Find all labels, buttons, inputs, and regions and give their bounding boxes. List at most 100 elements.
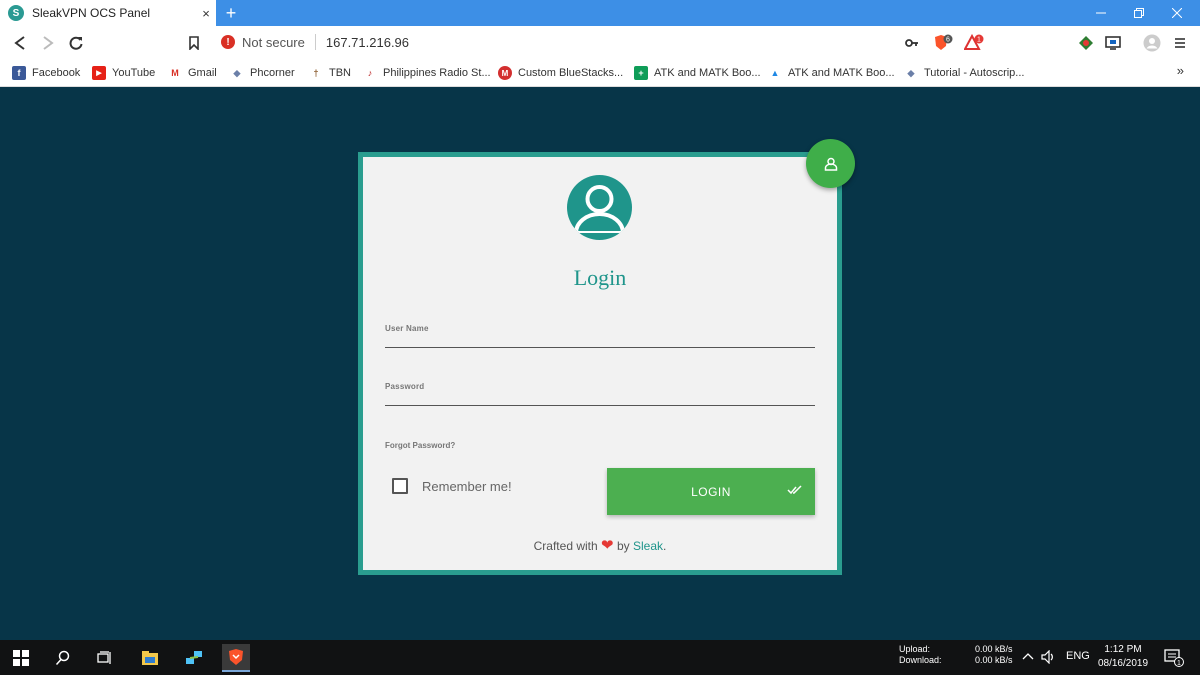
bookmark-phcorner[interactable]: ◆ Phcorner (230, 64, 295, 82)
forgot-password-link[interactable]: Forgot Password? (385, 441, 455, 450)
sheets-icon: + (634, 66, 648, 80)
footer-by: by (616, 539, 630, 553)
facebook-icon: f (12, 66, 26, 80)
bookmark-tutorial[interactable]: ◆ Tutorial - Autoscrip... (904, 64, 1024, 82)
bookmark-label: TBN (329, 67, 351, 79)
clock-date: 08/16/2019 (1097, 658, 1149, 669)
user-fab-button[interactable] (806, 139, 855, 188)
extension-icon[interactable] (1076, 33, 1096, 53)
download-label: Download: (899, 655, 942, 665)
brave-rewards-icon[interactable]: 1 (964, 33, 984, 53)
tab-title: SleakVPN OCS Panel (32, 6, 151, 20)
login-button-label: LOGIN (691, 484, 731, 499)
upload-value: 0.00 kB/s (975, 644, 1013, 654)
network-speed-values: 0.00 kB/s 0.00 kB/s (975, 644, 1013, 666)
bookmark-tbn[interactable]: † TBN (309, 64, 351, 82)
gmail-icon: M (168, 66, 182, 80)
svg-text:6: 6 (946, 37, 950, 44)
login-title: Login (573, 265, 627, 290)
not-secure-icon: ! (221, 35, 235, 49)
svg-text:1: 1 (1177, 660, 1181, 667)
bookmark-label: Tutorial - Autoscrip... (924, 67, 1025, 79)
bookmarks-bar: f Facebook ▶ YouTube M Gmail ◆ Phcorner … (0, 59, 1200, 87)
address-bar[interactable]: ! Not secure 167.71.216.96 (221, 34, 409, 50)
browser-tab[interactable]: S SleakVPN OCS Panel × (0, 0, 216, 26)
screen-cast-icon[interactable] (1103, 33, 1123, 53)
bookmark-label: Philippines Radio St... (383, 67, 491, 79)
task-view-icon[interactable] (91, 644, 119, 672)
heart-icon: ❤ (601, 537, 614, 554)
network-app-icon[interactable] (180, 644, 208, 672)
bookmark-label: ATK and MATK Boo... (788, 67, 895, 79)
windows-start-icon[interactable] (7, 644, 35, 672)
key-icon[interactable] (902, 33, 922, 53)
password-input[interactable] (385, 392, 815, 406)
network-speed-labels: Upload: Download: (899, 644, 942, 666)
menu-icon[interactable] (1170, 33, 1190, 53)
username-input[interactable] (385, 334, 815, 348)
brave-browser-taskbar-icon[interactable] (222, 644, 250, 672)
login-button[interactable]: LOGIN (607, 468, 815, 515)
profile-avatar-icon[interactable] (1142, 33, 1162, 53)
bookmark-philippines-radio[interactable]: ♪ Philippines Radio St... (363, 64, 491, 82)
download-value: 0.00 kB/s (975, 655, 1013, 665)
brave-shield-icon[interactable]: 6 (933, 33, 953, 53)
username-field[interactable]: User Name (385, 324, 815, 348)
bookmark-facebook[interactable]: f Facebook (12, 64, 80, 82)
radio-icon: ♪ (363, 66, 377, 80)
address-separator (314, 34, 316, 50)
username-label: User Name (385, 324, 429, 333)
bookmark-atk-drive[interactable]: ▲ ATK and MATK Boo... (768, 64, 895, 82)
notification-icon[interactable]: 1 (1164, 649, 1184, 670)
bookmark-icon[interactable] (184, 33, 204, 53)
back-icon[interactable] (10, 33, 30, 53)
bookmarks-overflow-icon[interactable]: » (1177, 63, 1184, 78)
footer-suffix: . (663, 539, 667, 553)
tab-close-icon[interactable]: × (196, 6, 216, 21)
phcorner-icon: ◆ (230, 66, 244, 80)
system-clock[interactable]: 1:12 PM 08/16/2019 (1094, 643, 1152, 671)
bookmark-label: Phcorner (250, 67, 295, 79)
bookmark-label: Gmail (188, 67, 217, 79)
clock-time: 1:12 PM (1104, 644, 1142, 655)
svg-text:1: 1 (977, 37, 981, 44)
footer-credit: Crafted with ❤ by Sleak. (400, 536, 800, 554)
close-window-icon[interactable] (1154, 0, 1200, 26)
password-label: Password (385, 382, 425, 391)
new-tab-button[interactable]: + (220, 2, 242, 24)
bookmark-label: ATK and MATK Boo... (654, 67, 761, 79)
upload-label: Upload: (899, 644, 931, 654)
double-check-icon (787, 485, 802, 495)
file-explorer-icon[interactable] (136, 644, 164, 672)
bookmark-custom-bluestacks[interactable]: M Custom BlueStacks... (498, 64, 623, 82)
user-icon (824, 157, 837, 171)
tab-favicon-icon: S (8, 5, 24, 21)
bookmark-label: Facebook (32, 67, 81, 79)
drive-icon: ▲ (768, 66, 782, 80)
youtube-icon: ▶ (92, 66, 106, 80)
search-icon[interactable] (49, 644, 77, 672)
bluestacks-icon: M (498, 66, 512, 80)
remember-me-checkbox[interactable] (392, 478, 408, 494)
windows-taskbar: Upload: Download: 0.00 kB/s 0.00 kB/s EN… (0, 640, 1200, 675)
browser-titlebar: S SleakVPN OCS Panel × + (0, 0, 1200, 26)
volume-icon[interactable] (1041, 649, 1057, 667)
password-field[interactable]: Password (385, 382, 815, 406)
sleak-link[interactable]: Sleak (633, 539, 663, 553)
browser-toolbar: ! Not secure 167.71.216.96 6 1 (0, 26, 1200, 59)
tbn-icon: † (309, 66, 323, 80)
remember-me[interactable]: Remember me! (392, 478, 512, 494)
tray-overflow-icon[interactable] (1022, 651, 1034, 663)
reload-icon[interactable] (66, 33, 86, 53)
bookmark-youtube[interactable]: ▶ YouTube (92, 64, 155, 82)
tutorial-icon: ◆ (904, 66, 918, 80)
url-text[interactable]: 167.71.216.96 (326, 35, 409, 50)
language-indicator[interactable]: ENG (1066, 650, 1090, 662)
bookmark-label: Custom BlueStacks... (518, 67, 624, 79)
footer-prefix: Crafted with (533, 539, 598, 553)
bookmark-atk-sheets[interactable]: + ATK and MATK Boo... (634, 64, 761, 82)
bookmark-gmail[interactable]: M Gmail (168, 64, 217, 82)
forward-icon[interactable] (38, 33, 58, 53)
user-avatar-icon (567, 175, 632, 240)
remember-me-label: Remember me! (422, 478, 512, 494)
